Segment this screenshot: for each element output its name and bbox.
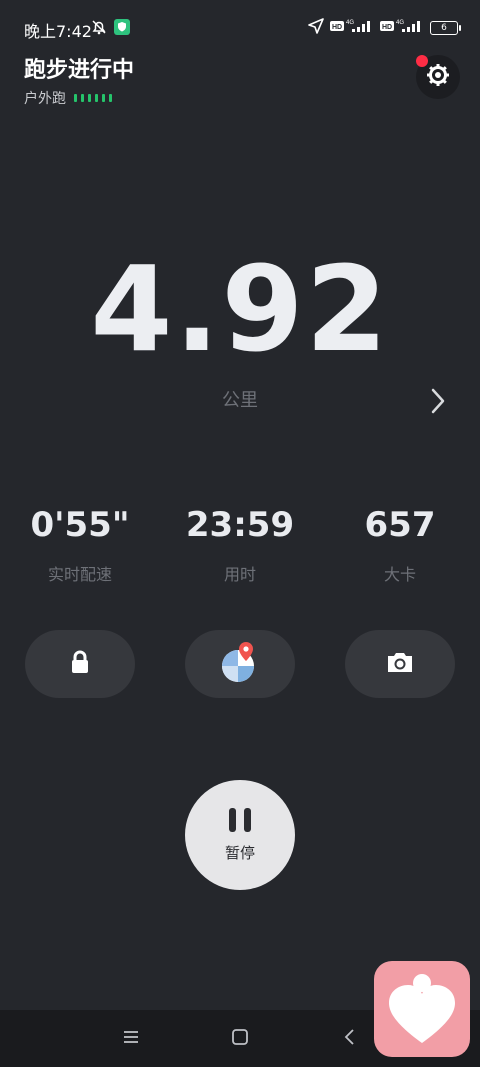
status-bar: 晚上7:42 HD 4G HD 4G 6 <box>0 0 480 56</box>
back-icon[interactable] <box>341 1028 359 1050</box>
duration-value: 23:59 <box>185 505 295 545</box>
chevron-right-icon[interactable] <box>426 386 450 420</box>
pause-button[interactable]: 暂停 <box>185 780 295 890</box>
calories-label: 大卡 <box>383 565 416 584</box>
pause-icon <box>229 807 251 832</box>
run-type-label: 户外跑 <box>24 91 66 107</box>
menu-icon[interactable] <box>122 1028 140 1050</box>
stats-row: 0'55" 实时配速 23:59 用时 657 大卡 <box>0 505 480 585</box>
battery-icon: 6 <box>430 21 461 35</box>
floating-app-shortcut[interactable] <box>374 961 470 1057</box>
hd-signal-icon-2: HD 4G <box>380 18 424 38</box>
calories-value: 657 <box>364 505 436 545</box>
svg-text:4G: 4G <box>396 20 404 26</box>
status-time: 晚上7:42 <box>24 22 92 41</box>
battery-level: 6 <box>441 23 447 33</box>
map-pin-icon <box>219 640 261 688</box>
location-arrow-icon <box>308 18 324 38</box>
camera-icon <box>385 649 415 679</box>
hd-signal-icon: HD 4G <box>330 18 374 38</box>
distance-unit: 公里 <box>222 390 258 411</box>
lock-icon <box>66 648 94 680</box>
stat-calories: 657 大卡 <box>320 505 480 585</box>
page-title: 跑步进行中 <box>24 58 135 83</box>
lock-button[interactable] <box>25 630 135 698</box>
shield-icon <box>114 19 130 39</box>
stat-duration: 23:59 用时 <box>160 505 320 585</box>
notification-dot <box>416 55 428 67</box>
status-left-icons <box>90 18 130 40</box>
heart-person-icon <box>387 969 457 1049</box>
pause-label: 暂停 <box>224 843 255 862</box>
duration-label: 用时 <box>223 565 256 584</box>
run-type: 户外跑 <box>24 88 112 108</box>
stat-pace: 0'55" 实时配速 <box>0 505 160 585</box>
home-square-icon[interactable] <box>231 1028 249 1050</box>
map-button[interactable] <box>185 630 295 698</box>
distance-value: 4.92 <box>90 240 390 378</box>
svg-text:HD: HD <box>382 24 392 31</box>
pace-label: 实时配速 <box>47 565 112 584</box>
svg-text:4G: 4G <box>346 20 354 26</box>
pace-value: 0'55" <box>30 505 130 545</box>
status-right-icons: HD 4G HD 4G 6 <box>308 18 461 38</box>
gps-signal-icon <box>74 94 112 102</box>
bell-off-icon <box>90 18 108 40</box>
camera-button[interactable] <box>345 630 455 698</box>
gear-icon <box>425 62 451 92</box>
svg-text:HD: HD <box>332 24 342 31</box>
